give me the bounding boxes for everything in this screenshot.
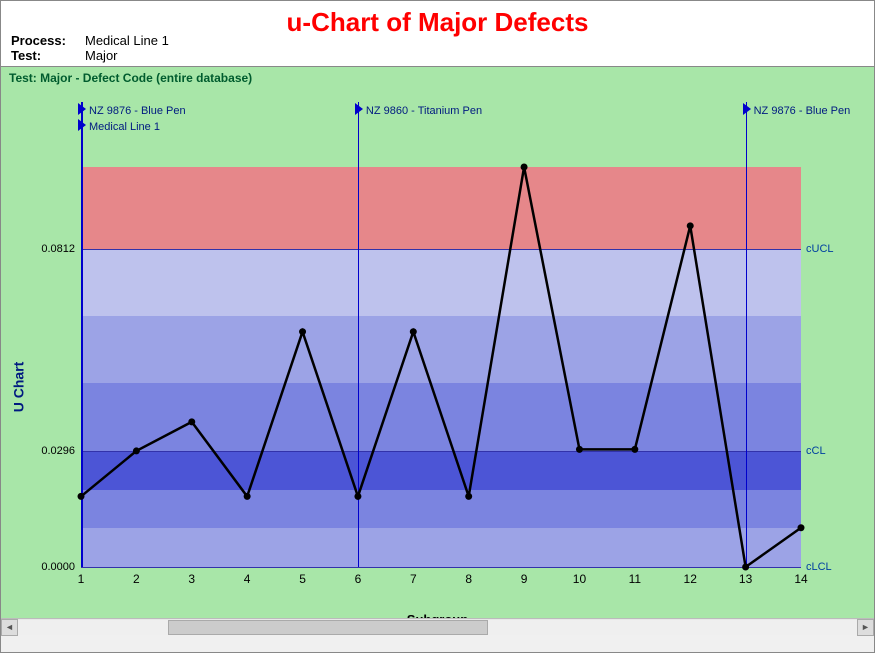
data-point	[78, 493, 85, 500]
control-line	[81, 567, 801, 568]
data-point	[410, 328, 417, 335]
x-tick: 7	[410, 572, 417, 586]
scroll-track[interactable]	[18, 620, 857, 635]
data-point	[798, 524, 805, 531]
y-tick: 0.0000	[25, 561, 75, 573]
y-axis-label: U Chart	[10, 362, 26, 413]
event-label: NZ 9876 - Blue Pen	[754, 105, 851, 117]
event-marker-icon	[355, 103, 363, 115]
event-marker-icon	[743, 103, 751, 115]
x-tick: 2	[133, 572, 140, 586]
data-point	[133, 447, 140, 454]
x-tick: 6	[355, 572, 362, 586]
event-marker-icon	[78, 119, 86, 131]
limit-label-lcl: cLCL	[806, 561, 832, 573]
chart-area: Test: Major - Defect Code (entire databa…	[1, 67, 874, 635]
horizontal-scrollbar[interactable]: ◄ ►	[1, 618, 874, 635]
data-series	[81, 167, 801, 567]
data-point	[244, 493, 251, 500]
x-tick: 4	[244, 572, 251, 586]
process-label: Process:	[11, 33, 71, 48]
scroll-thumb[interactable]	[168, 620, 488, 635]
data-point	[354, 493, 361, 500]
event-marker-icon	[78, 103, 86, 115]
x-tick: 14	[794, 572, 807, 586]
x-tick: 5	[299, 572, 306, 586]
data-point	[742, 564, 749, 571]
event-label: NZ 9876 - Blue Pen	[89, 105, 186, 117]
x-tick: 12	[684, 572, 697, 586]
x-tick: 8	[465, 572, 472, 586]
limit-label-cl: cCL	[806, 445, 826, 457]
x-tick: 11	[629, 572, 641, 586]
header: u-Chart of Major Defects Process: Medica…	[1, 1, 874, 67]
x-tick: 1	[78, 572, 85, 586]
data-point	[521, 164, 528, 171]
limit-label-ucl: cUCL	[806, 243, 834, 255]
chart-subtitle: Test: Major - Defect Code (entire databa…	[9, 71, 252, 85]
x-tick: 9	[521, 572, 528, 586]
x-tick: 10	[573, 572, 586, 586]
scroll-right-button[interactable]: ►	[857, 619, 874, 636]
data-point	[188, 418, 195, 425]
y-tick: 0.0296	[25, 445, 75, 457]
data-point	[631, 446, 638, 453]
test-value: Major	[85, 48, 118, 63]
data-point	[687, 222, 694, 229]
event-label: Medical Line 1	[89, 121, 160, 133]
plot-region: NZ 9876 - Blue PenMedical Line 1NZ 9860 …	[81, 167, 801, 567]
y-tick: 0.0812	[25, 243, 75, 255]
data-point	[299, 328, 306, 335]
meta-block: Process: Medical Line 1 Test: Major	[11, 33, 169, 63]
x-tick: 13	[739, 572, 752, 586]
process-value: Medical Line 1	[85, 33, 169, 48]
x-tick: 3	[188, 572, 195, 586]
data-point	[465, 493, 472, 500]
test-label: Test:	[11, 48, 71, 63]
event-label: NZ 9860 - Titanium Pen	[366, 105, 482, 117]
scroll-left-button[interactable]: ◄	[1, 619, 18, 636]
data-point	[576, 446, 583, 453]
